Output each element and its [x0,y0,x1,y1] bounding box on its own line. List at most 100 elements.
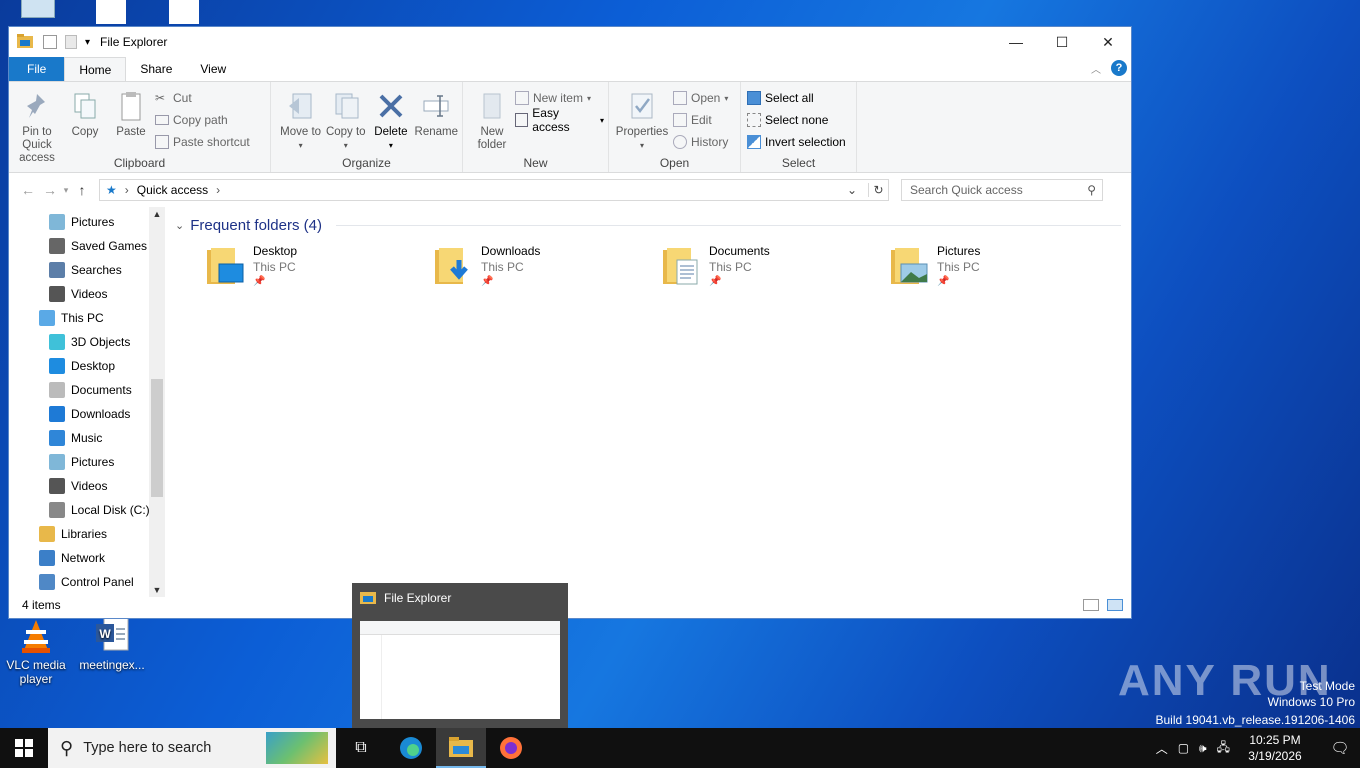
folder-tile-downloads[interactable]: Downloads This PC 📌 [433,244,661,290]
task-view-button[interactable]: ⧉ [336,728,386,768]
nav-item[interactable]: Control Panel [9,570,165,594]
nav-item[interactable]: Documents [9,378,165,402]
notifications-icon[interactable]: 🗨 [1320,739,1360,757]
search-input[interactable]: Search Quick access [910,183,1023,197]
nav-item[interactable]: Libraries [9,522,165,546]
breadcrumb-quick-access[interactable]: Quick access [137,183,208,197]
nav-item[interactable]: Videos [9,282,165,306]
collapse-ribbon-icon[interactable]: ︿ [1091,61,1101,76]
history-icon [673,135,687,149]
nav-item-label: Libraries [61,527,108,541]
nav-item[interactable]: Network [9,546,165,570]
desktop-icon-word-doc[interactable]: W meetingex... [76,616,148,672]
forward-arrow-icon[interactable]: → [39,182,61,198]
address-dropdown-icon[interactable]: ⌄ [844,183,860,197]
history-button[interactable]: History [673,133,728,151]
nav-item[interactable]: This PC [9,306,165,330]
folder-tile-pictures[interactable]: Pictures This PC 📌 [889,244,1117,290]
invert-selection-button[interactable]: Invert selection [747,133,846,151]
refresh-icon[interactable]: ↻ [868,183,888,197]
downloads-icon [49,406,65,422]
nav-item[interactable]: Pictures [9,210,165,234]
pin-icon: 📌 [709,276,722,287]
saved-games-icon [49,238,65,254]
nav-item[interactable]: Videos [9,474,165,498]
show-hidden-icons-chevron-icon[interactable]: ︿ [1156,740,1168,757]
group-label-organize: Organize [342,156,391,170]
taskbar-firefox[interactable] [486,728,536,768]
nav-scrollbar[interactable]: ▲ ▼ [149,207,165,597]
nav-item[interactable]: Downloads [9,402,165,426]
nav-item[interactable]: Music [9,426,165,450]
taskbar-edge[interactable] [386,728,436,768]
ribbon-tabs: File Home Share View ︿ ? [9,57,1131,81]
tab-home[interactable]: Home [64,57,127,81]
nav-item-label: Videos [71,479,108,493]
desktop-icon-file-2[interactable] [148,0,220,26]
taskbar-preview[interactable]: File Explorer [352,583,568,728]
open-icon [673,91,687,105]
qat-new-folder-icon[interactable] [65,35,77,49]
folder-tile-desktop[interactable]: Desktop This PC 📌 [205,244,433,290]
help-icon[interactable]: ? [1111,60,1127,76]
taskbar-search-input[interactable]: Type here to search [83,740,211,756]
edit-button[interactable]: Edit [673,111,728,129]
folder-tile-documents[interactable]: Documents This PC 📌 [661,244,889,290]
desktop-icon-vlc[interactable]: VLC media player [0,616,72,686]
videos-icon [49,478,65,494]
copy-path-button[interactable]: Copy path [155,111,250,129]
address-bar[interactable]: ★ › Quick access › ⌄ ↻ [99,179,889,201]
desktop-icon-recycle-bin[interactable] [2,0,74,22]
tab-view[interactable]: View [186,57,240,81]
move-to-icon [287,90,315,122]
network-icon[interactable]: 🖧 [1217,738,1230,759]
nav-item[interactable]: Local Disk (C:) [9,498,165,522]
desktop-icon-file-1[interactable] [75,0,147,26]
copy-to-icon [332,90,360,122]
paste-shortcut-icon [155,135,169,149]
recent-locations-chevron-icon[interactable]: ▾ [61,185,71,196]
qat-dropdown-icon[interactable]: ▾ [85,37,90,48]
paste-shortcut-button[interactable]: Paste shortcut [155,133,250,151]
nav-item[interactable]: Searches [9,258,165,282]
breadcrumb-chevron-icon: › [124,183,129,197]
new-item-button[interactable]: New item ▾ [514,89,604,107]
tab-file[interactable]: File [9,57,65,81]
start-button[interactable] [0,728,48,768]
select-none-button[interactable]: Select none [747,111,846,129]
search-box[interactable]: Search Quick access ⚲ [901,179,1103,201]
nav-item-label: Pictures [71,215,115,229]
quick-access-star-icon: ★ [106,183,117,197]
back-arrow-icon[interactable]: ← [17,182,39,198]
nav-item[interactable]: Desktop [9,354,165,378]
taskbar-search-box[interactable]: ⚲ Type here to search [48,728,336,768]
explorer-app-icon [360,590,376,607]
close-button[interactable]: ✕ [1085,27,1131,57]
clock[interactable]: 10:25 PM 3/19/2026 [1240,732,1310,764]
pictures-icon [49,214,65,230]
taskbar-file-explorer[interactable] [436,728,486,768]
details-view-icon[interactable] [1083,599,1099,611]
scroll-up-arrow-icon[interactable]: ▲ [149,209,165,219]
nav-item[interactable]: Pictures [9,450,165,474]
cut-button[interactable]: ✂ Cut [155,89,250,107]
qat-properties-icon[interactable] [43,35,57,49]
volume-icon[interactable]: 🕪 [1199,741,1207,756]
large-icons-view-icon[interactable] [1107,599,1123,611]
breadcrumb-chevron-icon[interactable]: › [216,183,220,197]
select-all-button[interactable]: Select all [747,89,846,107]
minimize-button[interactable]: — [993,27,1039,57]
easy-access-button[interactable]: Easy access ▾ [514,106,604,134]
nav-item[interactable]: 3D Objects [9,330,165,354]
nav-item[interactable]: Saved Games [9,234,165,258]
pictures-folder-icon [889,244,931,290]
up-arrow-icon[interactable]: ↑ [71,182,93,198]
scroll-thumb[interactable] [151,379,163,497]
frequent-folders-header[interactable]: ⌄ Frequent folders (4) [175,217,1121,234]
tab-share[interactable]: Share [126,57,186,81]
open-button[interactable]: Open ▾ [673,89,728,107]
meet-now-icon[interactable]: ▢ [1178,741,1189,755]
watermark-build: Build 19041.vb_release.191206-1406 [1155,713,1356,727]
maximize-button[interactable]: ☐ [1039,27,1085,57]
nav-item-label: Network [61,551,106,565]
